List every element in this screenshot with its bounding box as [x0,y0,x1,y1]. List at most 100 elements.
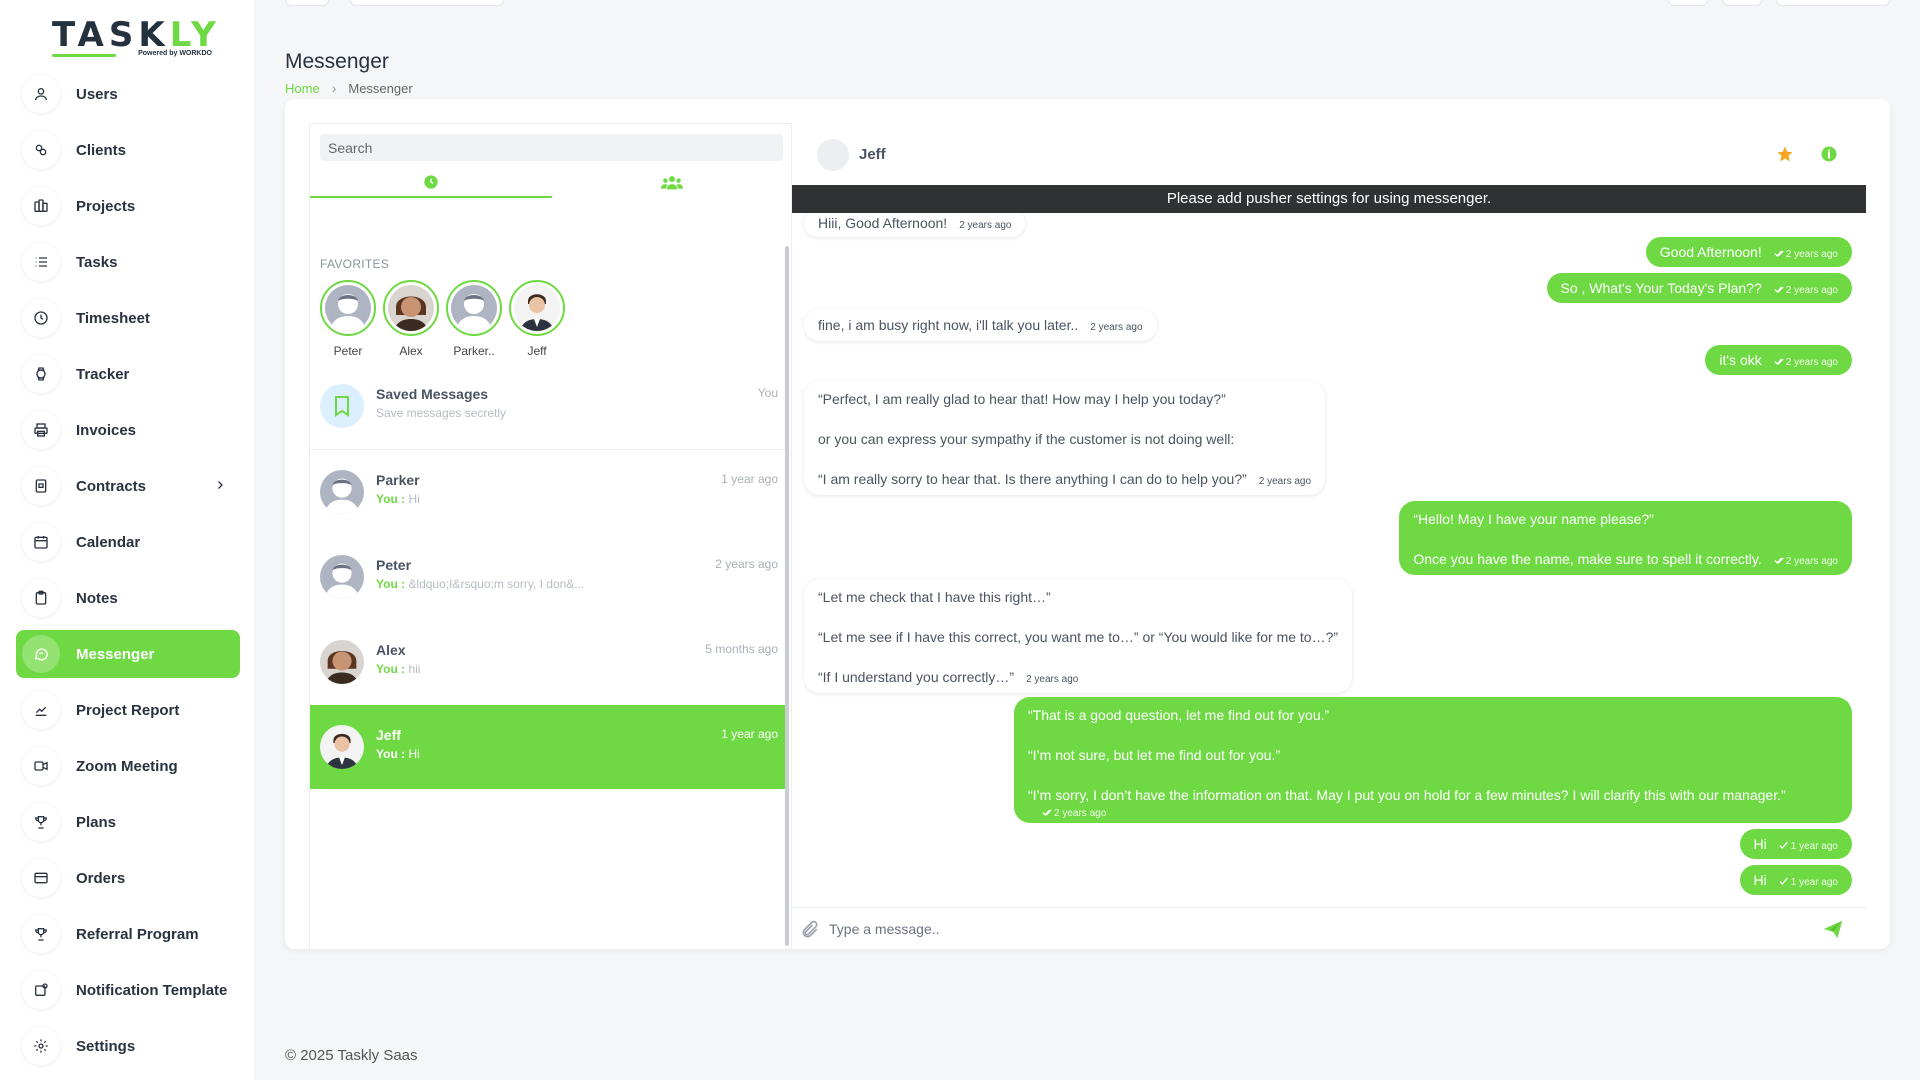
message-out: it's okk 2 years ago [1705,345,1852,375]
breadcrumb-separator-icon: › [331,80,337,96]
sidebar-item-users[interactable]: Users [16,70,240,118]
clipboard-icon [22,579,60,617]
message-out: So , What's Your Today's Plan?? 2 years a… [1546,273,1852,303]
sidebar-item-notes[interactable]: Notes [16,574,240,622]
avatar-placeholder [320,470,364,514]
paperclip-icon[interactable] [800,920,820,940]
sidebar-nav: Users Clients Projects Tasks Timesheet T… [16,70,240,1078]
notification-button[interactable] [1668,0,1708,6]
logo-subtitle: Powered by WORKDO [138,50,212,57]
sidebar-item-plans[interactable]: Plans [16,798,240,846]
message-in: “Let me check that I have this right…” “… [804,579,1353,693]
sidebar-item-orders[interactable]: Orders [16,854,240,902]
contact-item-alex[interactable]: Alex 5 months ago You : hii [310,620,788,704]
projects-icon [22,187,60,225]
clock-icon [423,174,439,190]
contacts-scrollbar[interactable] [785,246,789,946]
video-icon [22,747,60,785]
messenger-card: FAVORITES Peter Alex Parker.. [285,99,1890,949]
favorite-alex[interactable]: Alex [383,280,439,358]
avatar-placeholder [320,555,364,599]
message-button[interactable] [1722,0,1762,6]
favorite-parker[interactable]: Parker.. [446,280,502,358]
sidebar-item-messenger[interactable]: Messenger [16,630,240,678]
sidebar-item-contracts[interactable]: Contracts [16,462,240,510]
list-icon [22,243,60,281]
chat-contact-name: Jeff [859,146,886,163]
contacts-panel: FAVORITES Peter Alex Parker.. [309,123,792,949]
info-icon[interactable] [1820,145,1838,163]
message-out: Good Afternoon! 2 years ago [1645,237,1852,267]
sidebar-item-notification-template[interactable]: Notification Template [16,966,240,1014]
chevron-right-icon[interactable] [214,479,226,491]
search-input[interactable] [320,134,783,161]
saved-messages-item[interactable]: Saved Messages You Save messages secretl… [310,364,788,448]
sidebar-item-zoom-meeting[interactable]: Zoom Meeting [16,742,240,790]
tab-recent[interactable] [310,168,552,198]
pusher-notice-bar: Please add pusher settings for using mes… [792,185,1866,213]
contact-item-parker[interactable]: Parker 1 year ago You : Hi [310,450,788,534]
avatar-placeholder [451,285,497,331]
sidebar-item-settings[interactable]: Settings [16,1022,240,1070]
sidebar-item-invoices[interactable]: Invoices [16,406,240,454]
message-out: Hi 1 year ago [1739,829,1852,859]
user-menu-button[interactable] [1776,0,1890,6]
breadcrumb-home[interactable]: Home [285,81,320,96]
workspace-select[interactable] [350,0,504,6]
star-icon[interactable] [1776,145,1794,163]
sidebar-item-tasks[interactable]: Tasks [16,238,240,286]
clock-icon [22,299,60,337]
chat-panel: Jeff Please add pusher settings for usin… [792,123,1866,949]
sidebar-item-calendar[interactable]: Calendar [16,518,240,566]
avatar-alex [388,285,434,331]
favorites-title: FAVORITES [320,257,390,271]
message-input[interactable] [829,916,1789,942]
sidebar-item-tracker[interactable]: Tracker [16,350,240,398]
send-icon[interactable] [1822,918,1844,940]
check-icon [1779,877,1788,885]
message-in: fine, i am busy right now, i'll talk you… [804,309,1157,341]
sidebar-item-project-report[interactable]: Project Report [16,686,240,734]
message-list: Hiii, Good Afternoon! 2 years ago Good Af… [792,213,1866,907]
user-icon [22,75,60,113]
contact-item-peter[interactable]: Peter 2 years ago You : &ldquo;I&rsquo;m… [310,535,788,619]
bookmark-icon [320,384,364,428]
breadcrumb: Home › Messenger [285,80,413,96]
chart-icon [22,691,60,729]
avatar-jeff [514,285,560,331]
contract-icon [22,467,60,505]
logo-underline [52,54,116,57]
favorite-jeff[interactable]: Jeff [509,280,565,358]
breadcrumb-current: Messenger [348,80,413,96]
double-check-icon [1774,557,1784,564]
watch-icon [22,355,60,393]
favorite-peter[interactable]: Peter [320,280,376,358]
card-icon [22,859,60,897]
double-check-icon [1774,286,1784,293]
avatar-placeholder [325,285,371,331]
check-icon [1779,841,1788,849]
sidebar-item-timesheet[interactable]: Timesheet [16,294,240,342]
message-in: “Perfect, I am really glad to hear that!… [804,381,1326,495]
message-out: “That is a good question, let me find ou… [1014,697,1852,823]
sidebar: TASKLY Powered by WORKDO Users Clients P… [0,0,254,1080]
printer-icon [22,411,60,449]
sidebar-item-clients[interactable]: Clients [16,126,240,174]
chat-header: Jeff [792,123,1866,193]
messenger-tabs [310,168,793,198]
copyright-text: © 2025 Taskly Saas [285,1047,418,1064]
menu-toggle-button[interactable] [285,0,329,6]
sidebar-item-projects[interactable]: Projects [16,182,240,230]
message-in: Hiii, Good Afternoon! 2 years ago [804,213,1026,237]
contact-item-jeff[interactable]: Jeff 1 year ago You : Hi [310,705,788,789]
tab-groups[interactable] [552,168,794,198]
double-check-icon [1774,250,1784,257]
clients-icon [22,131,60,169]
gear-icon [22,1027,60,1065]
message-composer [792,907,1866,949]
sidebar-item-referral-program[interactable]: Referral Program [16,910,240,958]
avatar-alex [320,640,364,684]
taskly-logo[interactable]: TASKLY Powered by WORKDO [52,18,216,62]
page-title: Messenger [285,50,389,73]
message-icon [22,635,60,673]
